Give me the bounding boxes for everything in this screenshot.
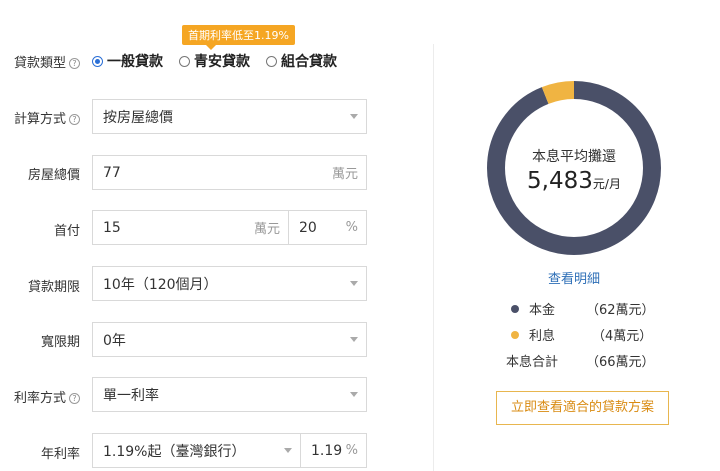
annual-rate-select[interactable]: 1.19%起（臺灣銀行） — [92, 433, 301, 468]
help-icon[interactable]: ? — [69, 114, 80, 125]
monthly-payment-value: 5,483元/月 — [486, 168, 662, 194]
house-price-label: 房屋總價 — [27, 168, 80, 183]
total-label: 本息合計 — [506, 355, 559, 370]
help-icon[interactable]: ? — [69, 58, 80, 69]
view-details-link[interactable]: 查看明細 — [486, 268, 662, 287]
down-payment-label: 首付 — [53, 224, 80, 239]
chevron-down-icon — [284, 448, 292, 453]
loan-type-general-radio[interactable]: 一般貸款 — [92, 51, 163, 71]
calc-method-label: 計算方式? — [0, 108, 80, 127]
chevron-down-icon — [350, 114, 358, 119]
promo-badge: 首期利率低至1.19% — [182, 25, 295, 50]
loan-term-value: 10年（120個月） — [103, 276, 218, 293]
calc-method-select[interactable]: 按房屋總價 — [92, 99, 367, 134]
grace-period-label: 寬限期 — [40, 335, 80, 350]
principal-value: （62萬元） — [586, 303, 655, 318]
interest-label: 利息 — [529, 329, 556, 344]
radio-icon[interactable] — [266, 55, 277, 67]
chevron-down-icon — [350, 392, 358, 397]
total-value: （66萬元） — [586, 355, 655, 370]
down-payment-amount-input[interactable]: 15 萬元 — [92, 210, 289, 245]
principal-label: 本金 — [529, 303, 556, 318]
annual-rate-option-value: 1.19%起（臺灣銀行） — [103, 443, 246, 460]
annual-rate-value: 1.19 — [311, 442, 343, 459]
percent-unit: % — [345, 443, 358, 458]
chevron-down-icon — [350, 337, 358, 342]
annual-rate-label: 年利率 — [40, 447, 80, 462]
house-price-value: 77 — [103, 164, 121, 181]
down-payment-percent-input[interactable]: 20 % — [288, 210, 367, 245]
rate-type-label: 利率方式? — [0, 387, 80, 406]
percent-unit: % — [345, 220, 358, 235]
loan-type-combo-label: 組合貸款 — [281, 54, 337, 70]
monthly-payment-unit: 元/月 — [592, 177, 621, 191]
loan-type-label-text: 貸款類型 — [13, 56, 66, 71]
calc-method-value: 按房屋總價 — [103, 109, 173, 126]
loan-type-radio-group: 一般貸款 青安貸款 組合貸款 — [92, 51, 337, 71]
grace-period-select[interactable]: 0年 — [92, 322, 367, 357]
help-icon[interactable]: ? — [69, 393, 80, 404]
chevron-down-icon — [350, 281, 358, 286]
house-price-input[interactable]: 77 萬元 — [92, 155, 367, 190]
interest-dot-icon — [511, 330, 519, 339]
loan-type-general-label: 一般貸款 — [107, 54, 163, 70]
loan-type-youth-label: 青安貸款 — [194, 54, 250, 70]
loan-type-combo-radio[interactable]: 組合貸款 — [266, 51, 337, 71]
loan-calculator: 首期利率低至1.19% 貸款類型? 一般貸款 青安貸款 組合貸款 計算方式? 按… — [0, 0, 720, 471]
loan-type-label: 貸款類型? — [0, 52, 80, 71]
down-payment-unit: 萬元 — [253, 222, 280, 237]
house-price-unit: 萬元 — [331, 167, 358, 182]
monthly-payment-amount: 5,483 — [527, 168, 593, 194]
down-payment-percent-value: 20 — [299, 219, 317, 236]
interest-value: （4萬元） — [592, 329, 653, 344]
loan-type-youth-radio[interactable]: 青安貸款 — [179, 51, 250, 71]
legend-principal: 本金 — [511, 299, 555, 318]
annual-rate-input[interactable]: 1.19 % — [300, 433, 367, 468]
monthly-payment-label: 本息平均攤還 — [532, 149, 616, 165]
rate-type-label-text: 利率方式 — [13, 391, 66, 406]
loan-term-label: 貸款期限 — [27, 280, 80, 295]
grace-period-value: 0年 — [103, 332, 126, 349]
legend-total: 本息合計 — [506, 351, 558, 370]
calc-method-label-text: 計算方式 — [13, 112, 66, 127]
loan-term-select[interactable]: 10年（120個月） — [92, 266, 367, 301]
rate-type-select[interactable]: 單一利率 — [92, 377, 367, 412]
radio-selected-icon[interactable] — [92, 55, 103, 67]
view-loan-plans-button[interactable]: 立即查看適合的貸款方案 — [496, 391, 669, 425]
principal-dot-icon — [511, 304, 519, 313]
rate-type-value: 單一利率 — [103, 387, 159, 404]
legend-interest: 利息 — [511, 325, 555, 344]
radio-icon[interactable] — [179, 55, 190, 67]
down-payment-value: 15 — [103, 219, 121, 236]
